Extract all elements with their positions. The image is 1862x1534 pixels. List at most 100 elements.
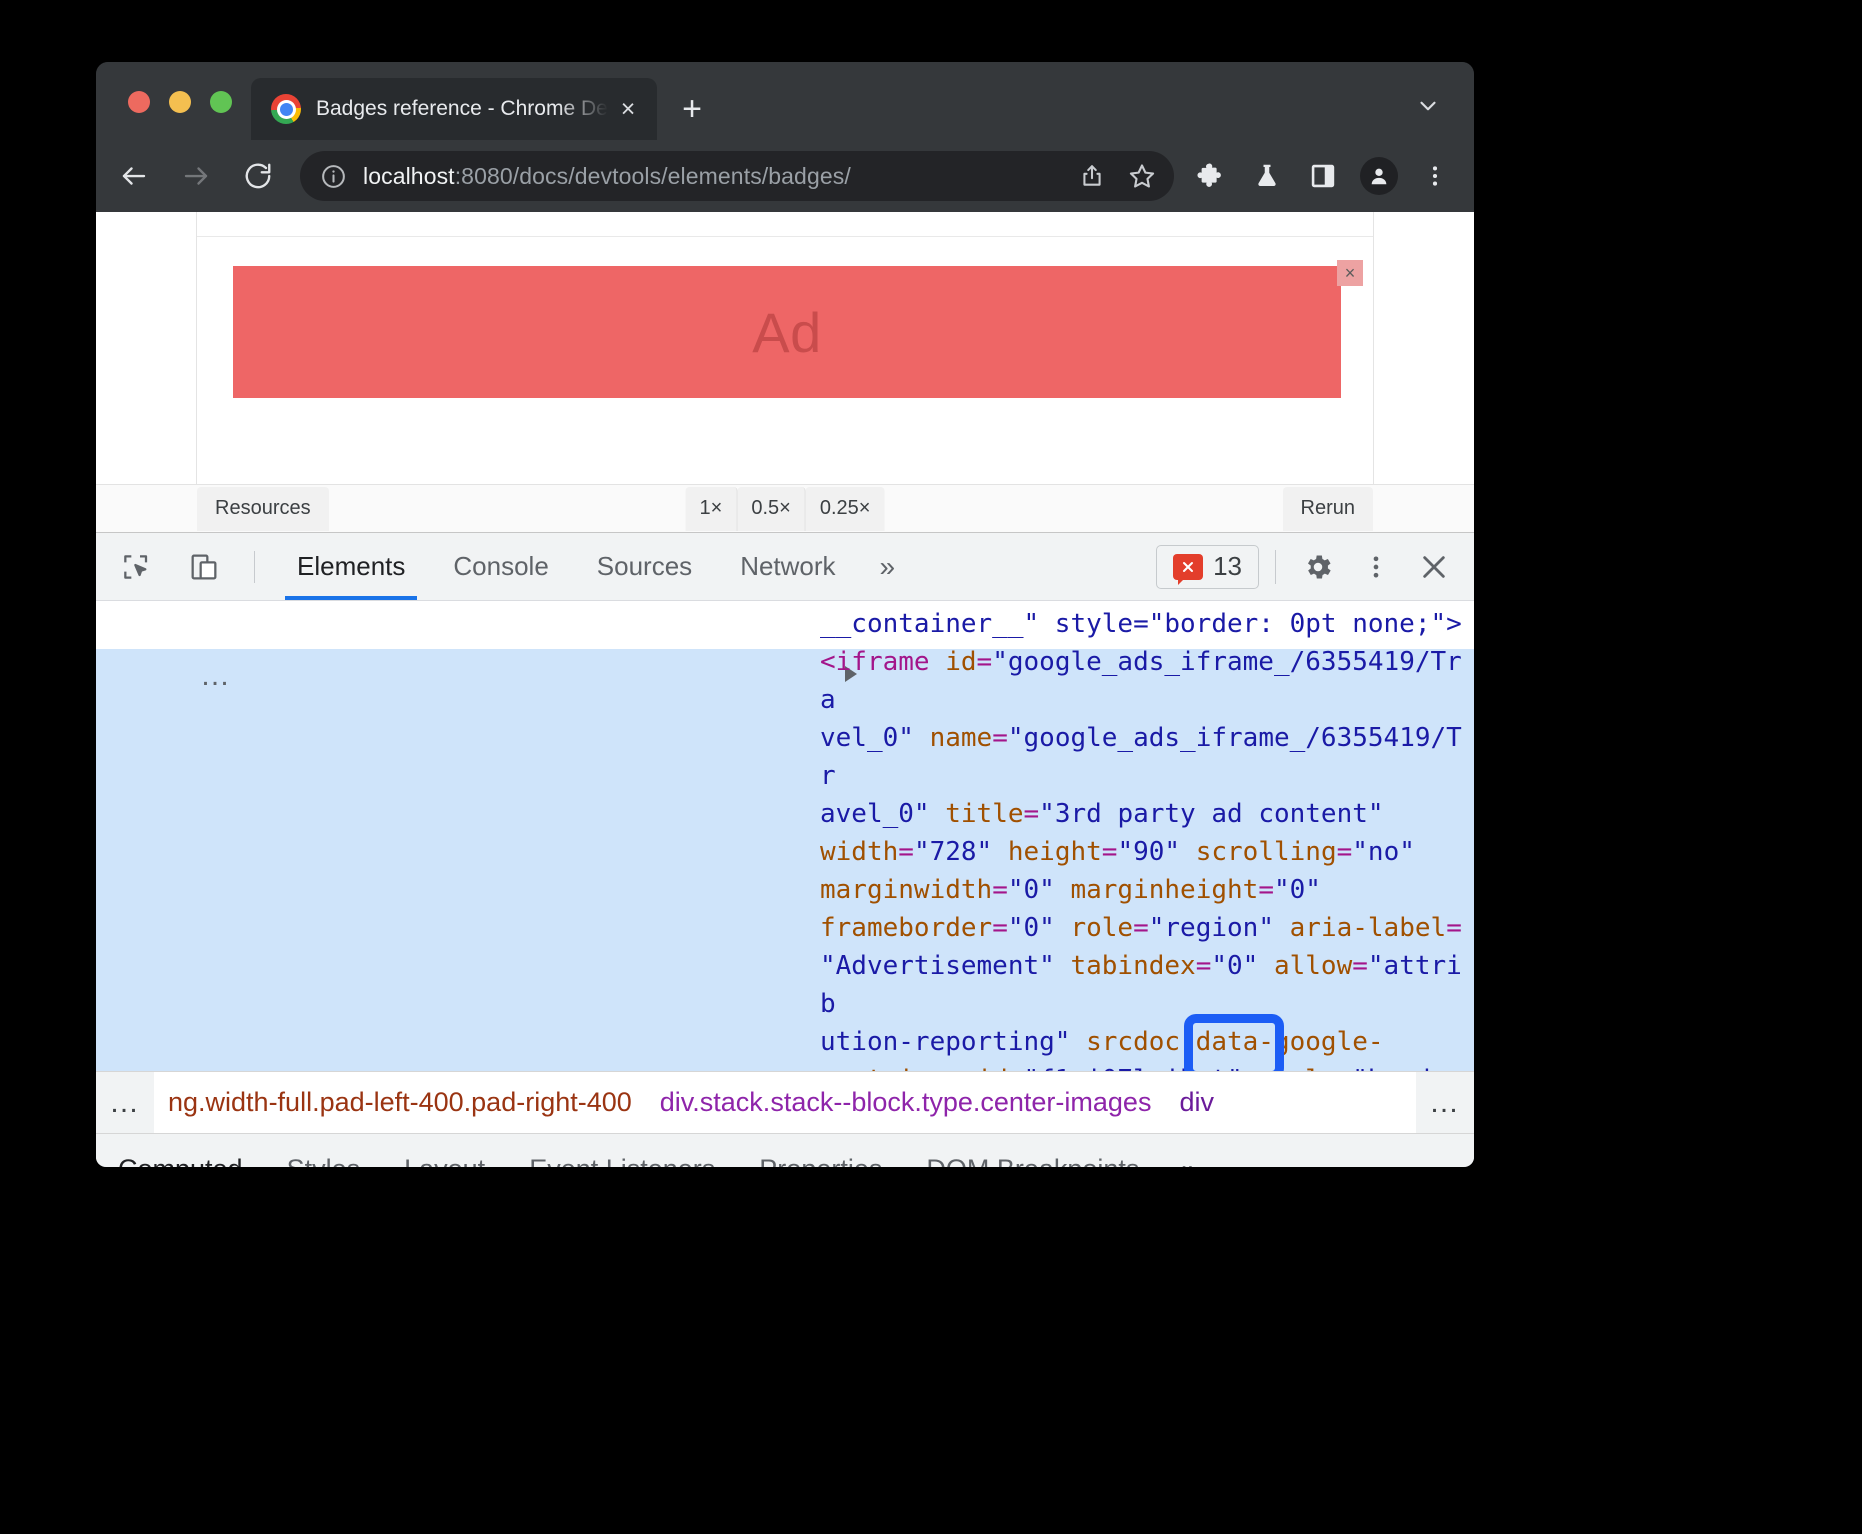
- zoom-option-025x[interactable]: 0.25×: [806, 487, 885, 531]
- tab-elements[interactable]: Elements: [273, 533, 429, 600]
- toolbar-divider-right: [1275, 550, 1276, 584]
- dom-line-text: width="728" height="90" scrolling="no": [820, 833, 1474, 871]
- arrow-left-icon[interactable]: [110, 152, 158, 200]
- device-toolbar-icon[interactable]: [176, 539, 232, 595]
- devtools-tab-list: Elements Console Sources Network »: [273, 533, 915, 600]
- tab-title: Badges reference - Chrome De: [316, 96, 611, 122]
- ad-banner[interactable]: Ad ×: [233, 266, 1341, 398]
- dom-indent-gutter: [96, 1023, 820, 1061]
- browser-tab[interactable]: Badges reference - Chrome De ×: [251, 78, 657, 140]
- dom-indent-gutter: [96, 947, 820, 1023]
- tab-network[interactable]: Network: [716, 533, 859, 600]
- three-dot-menu-icon[interactable]: [1350, 541, 1402, 593]
- dom-indent-gutter: [96, 605, 820, 643]
- tab-computed[interactable]: Computed: [96, 1134, 265, 1167]
- dom-line-text: ution-reporting" srcdoc data-google-: [820, 1023, 1474, 1061]
- breadcrumb-item-1[interactable]: ng.width-full.pad-left-400.pad-right-400: [154, 1087, 646, 1118]
- gear-icon[interactable]: [1292, 541, 1344, 593]
- tab-layout[interactable]: Layout: [382, 1134, 507, 1167]
- ad-close-icon[interactable]: ×: [1337, 260, 1363, 286]
- page-viewport: Ad ×: [96, 212, 1474, 484]
- window-traffic-lights: [128, 91, 232, 113]
- arrow-right-icon[interactable]: [172, 152, 220, 200]
- share-icon[interactable]: [1070, 154, 1114, 198]
- browser-action-icons: [1188, 153, 1474, 199]
- star-icon[interactable]: [1120, 154, 1164, 198]
- lab-flask-icon[interactable]: [1244, 153, 1290, 199]
- toolbar-divider: [254, 551, 255, 583]
- url-host: localhost: [363, 163, 455, 189]
- browser-toolbar: localhost:8080/docs/devtools/elements/ba…: [96, 140, 1474, 212]
- inspect-element-icon[interactable]: [108, 539, 164, 595]
- dom-line-8: ution-reporting" srcdoc data-google-: [96, 1023, 1474, 1061]
- dom-line-text: container-id="f1ni07lvihot" style="borde…: [820, 1061, 1474, 1071]
- devtools-panel: Elements Console Sources Network » 13: [96, 532, 1474, 1164]
- close-icon[interactable]: [1408, 541, 1460, 593]
- dom-token-partial: __container__" style="border: 0pt none;"…: [820, 609, 1462, 639]
- close-window-button[interactable]: [128, 91, 150, 113]
- breadcrumb-right-ellipsis[interactable]: …: [1416, 1072, 1474, 1133]
- dom-tree[interactable]: __container__" style="border: 0pt none;"…: [96, 601, 1474, 1071]
- maximize-window-button[interactable]: [210, 91, 232, 113]
- info-circle-icon[interactable]: [320, 163, 347, 190]
- dom-indent-gutter: [96, 871, 820, 909]
- page-top-stubs: [197, 212, 1373, 216]
- extensions-puzzle-icon[interactable]: [1188, 153, 1234, 199]
- reload-icon[interactable]: [234, 152, 282, 200]
- dom-line-1: <iframe id="google_ads_iframe_/6355419/T…: [96, 643, 1474, 719]
- devtools-toolbar-right: 13: [1156, 533, 1460, 600]
- zoom-option-05x[interactable]: 0.5×: [737, 487, 805, 531]
- url-path: :8080/docs/devtools/elements/badges/: [455, 163, 851, 189]
- error-count: 13: [1213, 551, 1242, 582]
- resources-bar-inner: Resources 1× 0.5× 0.25× Rerun: [197, 485, 1373, 532]
- tab-console[interactable]: Console: [429, 533, 572, 600]
- tab-styles[interactable]: Styles: [265, 1134, 383, 1167]
- dom-line-9: container-id="f1ni07lvihot" style="borde…: [96, 1061, 1474, 1071]
- styles-drawer-tabs: Computed Styles Layout Event Listeners P…: [96, 1133, 1474, 1167]
- avatar: [1360, 157, 1398, 195]
- more-drawer-tabs-icon[interactable]: »: [1161, 1134, 1217, 1167]
- tab-dom-breakpoints[interactable]: DOM Breakpoints: [904, 1134, 1161, 1167]
- minimize-window-button[interactable]: [169, 91, 191, 113]
- dom-line-4: width="728" height="90" scrolling="no": [96, 833, 1474, 871]
- error-x-icon: [1173, 554, 1203, 580]
- dom-indent-gutter: [96, 795, 820, 833]
- address-bar[interactable]: localhost:8080/docs/devtools/elements/ba…: [300, 151, 1174, 201]
- profile-avatar-icon[interactable]: [1356, 153, 1402, 199]
- browser-window: Badges reference - Chrome De × +: [96, 62, 1474, 1167]
- chrome-logo-icon: [271, 94, 301, 124]
- dom-line-7: "Advertisement" tabindex="0" allow="attr…: [96, 947, 1474, 1023]
- dom-line-text: marginwidth="0" marginheight="0": [820, 871, 1474, 909]
- close-icon[interactable]: ×: [611, 92, 645, 126]
- error-count-chip[interactable]: 13: [1156, 545, 1259, 589]
- devtools-toolbar: Elements Console Sources Network » 13: [96, 533, 1474, 601]
- breadcrumb-item-3[interactable]: div: [1165, 1087, 1228, 1118]
- dom-line-text: <iframe id="google_ads_iframe_/6355419/T…: [820, 643, 1474, 719]
- dom-indent-gutter: [96, 643, 820, 719]
- rerun-button[interactable]: Rerun: [1283, 487, 1373, 531]
- resources-button[interactable]: Resources: [197, 487, 329, 531]
- dom-line-text: vel_0" name="google_ads_iframe_/6355419/…: [820, 719, 1474, 795]
- dom-line-5: marginwidth="0" marginheight="0": [96, 871, 1474, 909]
- resources-bar: Resources 1× 0.5× 0.25× Rerun: [96, 484, 1474, 532]
- tab-event-listeners[interactable]: Event Listeners: [507, 1134, 737, 1167]
- dom-line-container-attr: __container__" style="border: 0pt none;"…: [96, 605, 1474, 643]
- tab-properties[interactable]: Properties: [737, 1134, 904, 1167]
- more-tabs-icon[interactable]: »: [860, 533, 916, 600]
- dom-indent-gutter: [96, 1061, 820, 1071]
- zoom-option-1x[interactable]: 1×: [686, 487, 738, 531]
- page-divider: [197, 236, 1373, 237]
- three-dot-menu-icon[interactable]: [1412, 153, 1458, 199]
- dom-line-6: frameborder="0" role="region" aria-label…: [96, 909, 1474, 947]
- breadcrumb: … ng.width-full.pad-left-400.pad-right-4…: [96, 1071, 1474, 1133]
- dom-line-text: frameborder="0" role="region" aria-label…: [820, 909, 1474, 947]
- tab-strip: Badges reference - Chrome De × +: [96, 62, 1474, 140]
- tab-sources[interactable]: Sources: [573, 533, 716, 600]
- dom-indent-gutter: [96, 719, 820, 795]
- breadcrumb-item-2[interactable]: div.stack.stack--block.type.center-image…: [646, 1087, 1166, 1118]
- omnibox-actions: [1070, 154, 1164, 198]
- side-panel-icon[interactable]: [1300, 153, 1346, 199]
- chevron-down-icon[interactable]: [1408, 86, 1448, 126]
- breadcrumb-left-ellipsis[interactable]: …: [96, 1072, 154, 1133]
- new-tab-button[interactable]: +: [671, 88, 713, 130]
